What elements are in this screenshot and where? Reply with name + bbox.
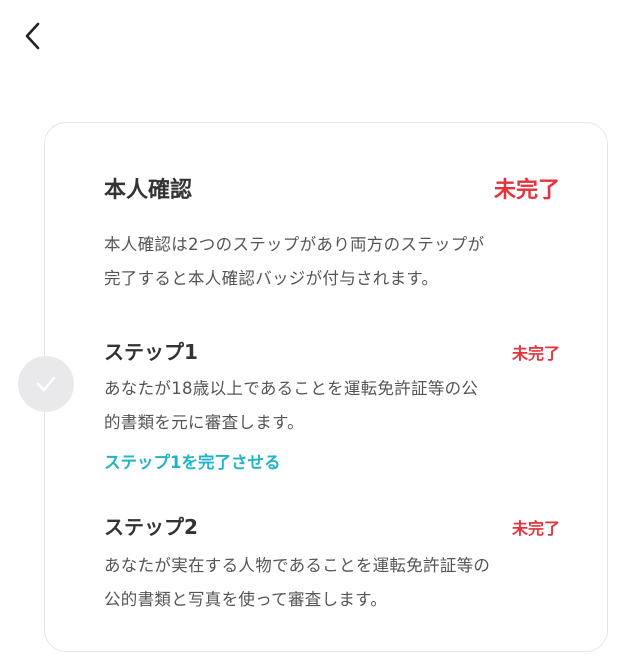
- step2-title: ステップ2: [104, 515, 198, 539]
- identity-verification-screen: 本人確認 未完了 本人確認は2つのステップがあり両方のステップが 完了すると本人…: [0, 0, 640, 668]
- card-title: 本人確認: [104, 178, 193, 203]
- identity-description-line: 完了すると本人確認バッジが付与されます。: [104, 269, 439, 288]
- step1-status-badge: 未完了: [511, 344, 560, 363]
- card-header: 本人確認 未完了: [104, 172, 560, 204]
- chevron-left-icon: [25, 22, 40, 50]
- step1-description-line: 的書類を元に審査します。: [104, 413, 304, 432]
- step1-header: ステップ1 未完了: [104, 336, 560, 365]
- back-button[interactable]: [18, 18, 50, 54]
- step2-header: ステップ2 未完了: [104, 511, 560, 540]
- identity-description-line: 本人確認は2つのステップがあり両方のステップが: [104, 235, 485, 254]
- step2-description: あなたが実在する人物であることを運転免許証等の 公的書類と写真を使って審査します…: [104, 549, 564, 617]
- step1-description: あなたが18歳以上であることを運転免許証等の公 的書類を元に審査します。: [104, 372, 564, 440]
- step1-title: ステップ1: [104, 340, 198, 364]
- step1-description-line: あなたが18歳以上であることを運転免許証等の公: [104, 379, 479, 398]
- step2-status-badge: 未完了: [511, 519, 560, 538]
- step2-description-line: 公的書類と写真を使って審査します。: [104, 590, 388, 609]
- identity-description: 本人確認は2つのステップがあり両方のステップが 完了すると本人確認バッジが付与さ…: [104, 228, 564, 296]
- complete-step1-link[interactable]: ステップ1を完了させる: [104, 449, 280, 473]
- identity-status-badge: 未完了: [493, 178, 560, 203]
- step1-indicator: [18, 356, 74, 412]
- check-icon: [36, 376, 56, 392]
- step2-description-line: あなたが実在する人物であることを運転免許証等の: [104, 556, 491, 575]
